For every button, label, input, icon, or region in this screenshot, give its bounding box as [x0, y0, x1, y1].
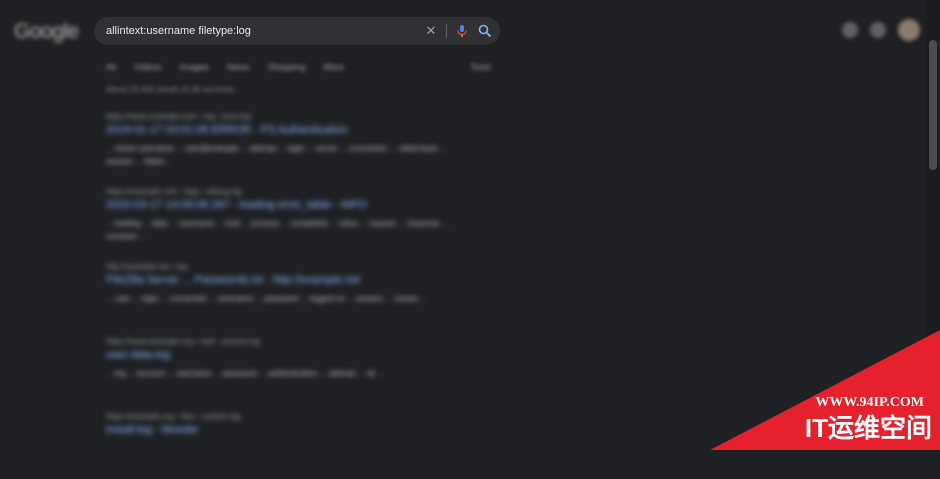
gear-icon[interactable]: [842, 22, 858, 38]
search-bar[interactable]: ✕: [94, 17, 500, 45]
watermark: WWW.94IP.COM IT运维空间: [710, 330, 940, 450]
mic-icon[interactable]: [454, 23, 470, 39]
search-input[interactable]: [106, 23, 416, 39]
result-snippet: ... check username ... user@example ... …: [106, 144, 447, 166]
tab-news[interactable]: News: [227, 62, 250, 74]
apps-icon[interactable]: [870, 22, 886, 38]
result-snippet: ... loading ... data ... username ... ho…: [106, 219, 449, 241]
result-url[interactable]: http://example.net › log: [106, 262, 187, 271]
search-icon[interactable]: [477, 23, 493, 39]
search-tabs: All Videos Images News Shopping More: [106, 62, 496, 74]
divider: [446, 24, 447, 38]
scrollbar-thumb[interactable]: [929, 40, 937, 170]
watermark-name: IT运维空间: [804, 413, 932, 443]
result-url[interactable]: https://www.example.com › log › error.lo…: [106, 112, 251, 121]
result-url[interactable]: https://example.org › files › system.log: [106, 412, 241, 421]
google-logo[interactable]: Google: [14, 20, 79, 44]
result-item: https://www.example.com › log › error.lo…: [106, 104, 466, 179]
tab-more[interactable]: More: [323, 62, 344, 74]
tools-button[interactable]: Tools: [470, 62, 491, 72]
tab-shopping[interactable]: Shopping: [267, 62, 305, 74]
result-title[interactable]: 2019-01-17 03:01:08 ERROR - PS Authentic…: [106, 124, 348, 136]
result-item: https://www.example.org › web › access.l…: [106, 329, 466, 404]
result-title[interactable]: user-data.log: [106, 349, 170, 361]
result-item: https://example.com › logs › debug.log 2…: [106, 179, 466, 254]
header-actions: [842, 19, 920, 41]
tab-images[interactable]: Images: [179, 62, 209, 74]
result-title[interactable]: FileZilla Server ... Passwords.txt - htt…: [106, 274, 360, 286]
result-item: http://example.net › log FileZilla Serve…: [106, 254, 466, 329]
result-url[interactable]: https://example.com › logs › debug.log: [106, 187, 242, 196]
tab-videos[interactable]: Videos: [134, 62, 161, 74]
result-title[interactable]: 2020-03-17 14:09:06.267 - loading error_…: [106, 199, 367, 211]
result-snippet: ... user ... login ... connected ... use…: [106, 294, 427, 303]
result-url[interactable]: https://www.example.org › web › access.l…: [106, 337, 260, 346]
top-bar: Google ✕: [0, 0, 940, 62]
result-snippet: ... log ... account ... username ... pas…: [106, 369, 384, 378]
close-icon[interactable]: ✕: [423, 23, 439, 39]
result-item: https://example.org › files › system.log…: [106, 404, 466, 479]
tab-all[interactable]: All: [106, 62, 116, 74]
result-stats: About 23,400 results (0.38 seconds): [106, 85, 235, 94]
avatar[interactable]: [898, 19, 920, 41]
result-title[interactable]: install.log - Moodle: [106, 424, 198, 436]
search-results: https://www.example.com › log › error.lo…: [106, 104, 466, 479]
